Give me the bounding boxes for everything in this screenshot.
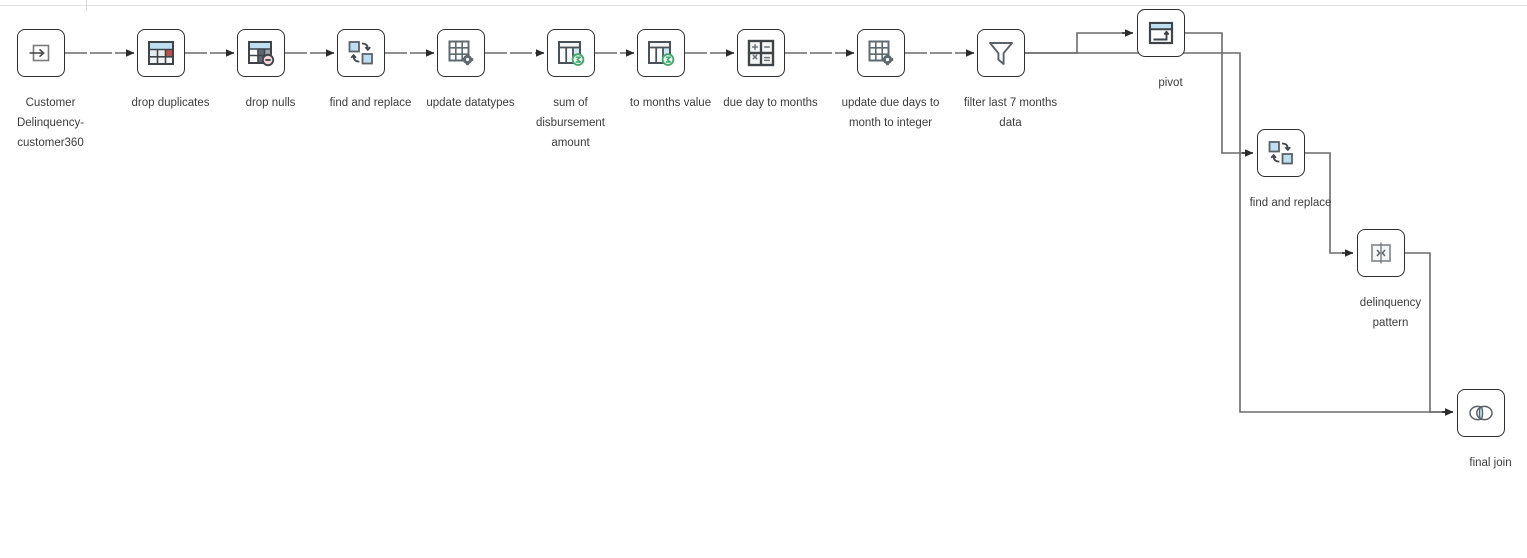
formula-operators-icon (747, 39, 775, 67)
grid-gear-icon (866, 38, 896, 68)
node-find-and-replace-1[interactable] (337, 29, 385, 77)
node-to-months-value[interactable] (637, 29, 685, 77)
node-label-find-and-replace-2: find and replace (1249, 197, 1332, 209)
node-label-pivot: pivot (1158, 77, 1183, 89)
node-filter-last-7-months-data[interactable] (977, 29, 1025, 77)
node-find-and-replace-2[interactable] (1257, 129, 1305, 177)
node-label-source: Customer Delinquency- customer360 (16, 97, 85, 149)
edge-delinquency-pattern-to-final-join (1405, 252, 1454, 416)
edge-filter-to-pivot (1025, 29, 1134, 54)
node-label-to-months-value: to months value (629, 97, 712, 109)
node-due-day-to-months[interactable] (737, 29, 785, 77)
node-label-drop-duplicates: drop duplicates (131, 97, 210, 109)
node-label-update-datatypes: update datatypes (426, 97, 515, 109)
node-source[interactable] (17, 29, 65, 77)
node-pivot[interactable] (1137, 9, 1185, 57)
node-label-drop-nulls: drop nulls (245, 97, 296, 109)
aggregate-table-icon (646, 38, 676, 68)
node-label-update-due-days-to-month-to-integer: update due days to month to integer (841, 97, 940, 129)
join-venn-icon (1466, 398, 1496, 428)
find-and-replace-icon (346, 38, 376, 68)
node-sum-of-disbursement-amount[interactable] (547, 29, 595, 77)
node-label-delinquency-pattern: delinquency pattern (1359, 297, 1422, 329)
node-label-find-and-replace-1: find and replace (329, 97, 412, 109)
node-label-due-day-to-months: due day to months (723, 97, 818, 109)
node-label-final-join: final join (1469, 457, 1512, 469)
pivot-icon (1146, 18, 1176, 48)
node-drop-duplicates[interactable] (137, 29, 185, 77)
filter-funnel-icon (986, 38, 1016, 68)
drop-duplicates-table-icon (146, 38, 176, 68)
node-delinquency-pattern[interactable] (1357, 229, 1405, 277)
import-source-icon (27, 39, 55, 67)
top-divider (0, 5, 1527, 6)
aggregate-table-icon (556, 38, 586, 68)
split-pattern-icon (1368, 240, 1394, 266)
node-label-filter-last-7-months-data: filter last 7 months data (963, 97, 1058, 129)
drop-nulls-table-icon (246, 38, 276, 68)
top-divider-tick (86, 0, 87, 11)
node-label-sum-of-disbursement-amount: sum of disbursement amount (535, 97, 606, 149)
node-update-due-days-to-month-to-integer[interactable] (857, 29, 905, 77)
node-drop-nulls[interactable] (237, 29, 285, 77)
edge-pivot-to-find-and-replace-2 (1185, 32, 1254, 157)
edge-find-and-replace-2-to-delinquency-pattern (1305, 152, 1354, 257)
pipeline-canvas[interactable]: Customer Delinquency- customer360 drop d… (0, 0, 1527, 558)
find-and-replace-icon (1266, 138, 1296, 168)
node-update-datatypes[interactable] (437, 29, 485, 77)
edge-layer (65, 29, 1454, 416)
node-final-join[interactable] (1457, 389, 1505, 437)
grid-gear-icon (446, 38, 476, 68)
